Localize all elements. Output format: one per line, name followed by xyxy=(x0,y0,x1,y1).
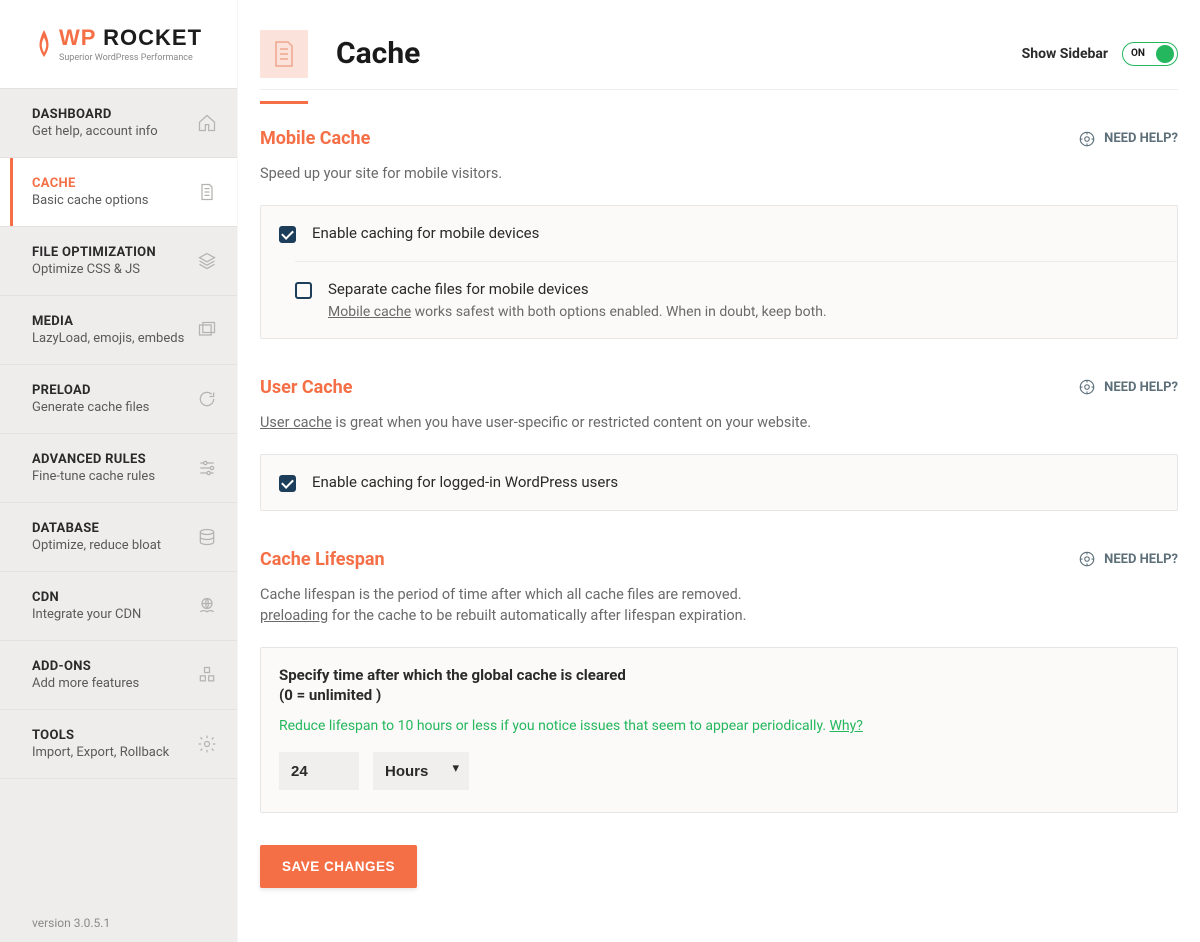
logo-tagline: Superior WordPress Performance xyxy=(59,53,202,63)
checkbox-label: Enable caching for logged-in WordPress u… xyxy=(312,473,618,491)
sidebar: WP ROCKET Superior WordPress Performance… xyxy=(0,0,238,942)
why-link[interactable]: Why? xyxy=(830,718,863,734)
sidebar-item-database[interactable]: DATABASEOptimize, reduce bloat xyxy=(0,503,237,572)
lifespan-unit-select[interactable]: Hours xyxy=(373,752,469,790)
checkbox-help: Mobile cache works safest with both opti… xyxy=(328,304,827,320)
mobile-cache-link[interactable]: Mobile cache xyxy=(328,304,411,320)
help-icon xyxy=(1078,378,1096,396)
enable-mobile-cache-checkbox[interactable] xyxy=(279,226,296,243)
sidebar-item-addons[interactable]: ADD-ONSAdd more features xyxy=(0,641,237,710)
section-desc: Speed up your site for mobile visitors. xyxy=(260,163,1178,185)
globe-hand-icon xyxy=(197,596,217,616)
checkbox-label: Separate cache files for mobile devices xyxy=(328,280,827,298)
sidebar-item-dashboard[interactable]: DASHBOARDGet help, account info xyxy=(0,88,237,158)
lifespan-subtitle: (0 = unlimited ) xyxy=(279,686,1159,704)
gear-icon xyxy=(197,734,217,754)
sidebar-item-cdn[interactable]: CDNIntegrate your CDN xyxy=(0,572,237,641)
user-cache-link[interactable]: User cache xyxy=(260,414,332,431)
sliders-icon xyxy=(197,458,217,478)
lifespan-hint: Reduce lifespan to 10 hours or less if y… xyxy=(279,718,1159,734)
document-icon xyxy=(197,182,217,202)
page-title: Cache xyxy=(336,36,420,71)
sidebar-nav: DASHBOARDGet help, account info CACHEBas… xyxy=(0,88,237,904)
section-title: User Cache xyxy=(260,377,353,398)
sidebar-item-advanced-rules[interactable]: ADVANCED RULESFine-tune cache rules xyxy=(0,434,237,503)
section-user-cache: User Cache NEED HELP? User cache is grea… xyxy=(260,377,1178,511)
main-content: Cache Show Sidebar ON Mobile Cache NEED … xyxy=(238,0,1200,942)
sidebar-item-tools[interactable]: TOOLSImport, Export, Rollback xyxy=(0,710,237,779)
section-title: Cache Lifespan xyxy=(260,549,385,570)
logo: WP ROCKET Superior WordPress Performance xyxy=(0,0,237,88)
enable-user-cache-checkbox[interactable] xyxy=(279,475,296,492)
user-cache-box: Enable caching for logged-in WordPress u… xyxy=(260,454,1178,511)
need-help-link[interactable]: NEED HELP? xyxy=(1078,550,1178,568)
save-changes-button[interactable]: SAVE CHANGES xyxy=(260,845,417,888)
page-icon xyxy=(260,30,308,78)
home-icon xyxy=(197,113,217,133)
show-sidebar-toggle[interactable]: ON xyxy=(1122,42,1178,66)
version-label: version 3.0.5.1 xyxy=(0,904,237,942)
section-mobile-cache: Mobile Cache NEED HELP? Speed up your si… xyxy=(260,128,1178,339)
show-sidebar-label: Show Sidebar xyxy=(1022,46,1108,62)
checkbox-label: Enable caching for mobile devices xyxy=(312,224,539,242)
separate-mobile-cache-checkbox[interactable] xyxy=(295,282,312,299)
mobile-cache-box: Enable caching for mobile devices Separa… xyxy=(260,205,1178,339)
preloading-link[interactable]: preloading xyxy=(260,607,328,624)
section-title: Mobile Cache xyxy=(260,128,370,149)
sidebar-item-media[interactable]: MEDIALazyLoad, emojis, embeds xyxy=(0,296,237,365)
help-icon xyxy=(1078,550,1096,568)
lifespan-box: Specify time after which the global cach… xyxy=(260,647,1178,813)
photos-icon xyxy=(197,320,217,340)
section-cache-lifespan: Cache Lifespan NEED HELP? Cache lifespan… xyxy=(260,549,1178,814)
section-desc: User cache is great when you have user-s… xyxy=(260,412,1178,434)
sidebar-item-file-optimization[interactable]: FILE OPTIMIZATIONOptimize CSS & JS xyxy=(0,227,237,296)
section-desc: Cache lifespan is the period of time aft… xyxy=(260,584,1178,628)
lifespan-title: Specify time after which the global cach… xyxy=(279,666,1159,684)
lifespan-value-input[interactable] xyxy=(279,752,359,790)
need-help-link[interactable]: NEED HELP? xyxy=(1078,378,1178,396)
refresh-icon xyxy=(197,389,217,409)
rocket-icon xyxy=(35,30,53,58)
boxes-icon xyxy=(197,665,217,685)
sidebar-item-cache[interactable]: CACHEBasic cache options xyxy=(0,158,237,227)
page-header: Cache Show Sidebar ON xyxy=(260,0,1178,90)
layers-icon xyxy=(197,251,217,271)
help-icon xyxy=(1078,130,1096,148)
need-help-link[interactable]: NEED HELP? xyxy=(1078,130,1178,148)
sidebar-item-preload[interactable]: PRELOADGenerate cache files xyxy=(0,365,237,434)
database-icon xyxy=(197,527,217,547)
